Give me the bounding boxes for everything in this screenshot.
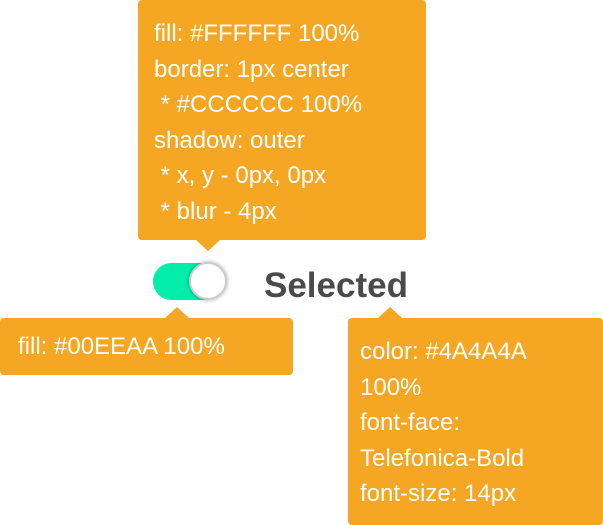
spec-line: font-face: (360, 409, 461, 436)
spec-line: Telefonica-Bold (360, 444, 525, 472)
tooltip-arrow (196, 240, 220, 251)
spec-line: fill: #00EEAA 100% (18, 333, 225, 360)
tooltip-arrow (378, 307, 402, 318)
spec-line: fill: #FFFFFF 100% (154, 20, 360, 47)
spec-line: * x, y - 0px, 0px (154, 162, 327, 189)
tooltip-arrow (165, 307, 189, 318)
spec-line: color: #4A4A4A (360, 338, 527, 365)
knob-spec-tooltip: fill: #FFFFFF 100% border: 1px center * … (138, 0, 426, 251)
spec-line: shadow: outer (154, 126, 305, 154)
spec-line: * blur - 4px (154, 197, 277, 225)
spec-line: 100% (360, 373, 422, 401)
spec-line: border: 1px center (154, 55, 349, 83)
spec-line: font-size: 14px (360, 480, 517, 507)
spec-line: * #CCCCCC 100% (154, 91, 363, 118)
toggle-label: Selected (264, 266, 408, 305)
toggle-switch[interactable] (153, 262, 231, 300)
label-spec-tooltip: color: #4A4A4A 100% font-face: Telefonic… (348, 307, 603, 525)
toggle-knob (189, 262, 227, 300)
track-spec-tooltip: fill: #00EEAA 100% (0, 307, 293, 375)
